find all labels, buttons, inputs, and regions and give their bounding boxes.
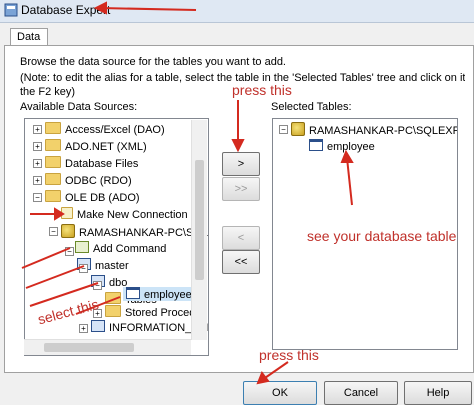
annotation-press-this-top: press this bbox=[232, 82, 292, 98]
arrow-head bbox=[256, 370, 270, 385]
annotation-arrows bbox=[21, 1, 354, 385]
arrow-head bbox=[54, 207, 65, 221]
arrow-master bbox=[21, 247, 71, 269]
arrow-head bbox=[340, 149, 354, 163]
annotation-press-this-bottom: press this bbox=[259, 347, 319, 363]
annotation-see-table: see your database table bbox=[307, 228, 457, 244]
arrow-head bbox=[93, 1, 107, 15]
arrow-dbo bbox=[25, 265, 85, 289]
arrow-title bbox=[99, 7, 197, 11]
arrow-selected-table bbox=[346, 157, 353, 206]
arrow-head bbox=[231, 139, 245, 153]
